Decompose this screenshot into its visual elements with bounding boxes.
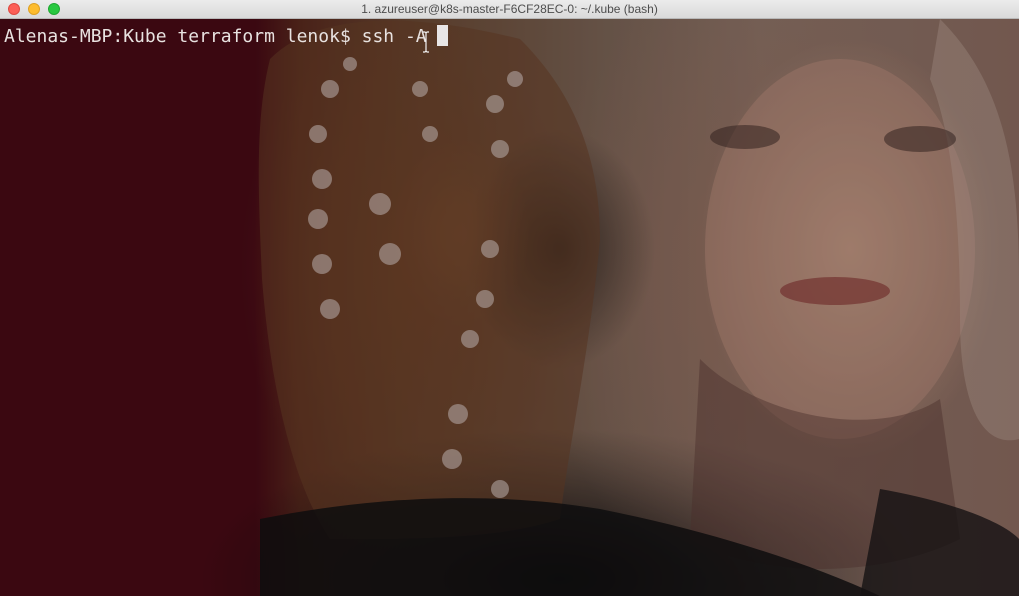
command-line[interactable]: Alenas-MBP:Kube terraform lenok$ ssh -A: [4, 25, 448, 48]
shell-prompt: Alenas-MBP:Kube terraform lenok$: [4, 26, 362, 47]
typed-command: ssh -A: [361, 26, 427, 47]
title-bar[interactable]: 1. azureuser@k8s-master-F6CF28EC-0: ~/.k…: [0, 0, 1019, 19]
window-title: 1. azureuser@k8s-master-F6CF28EC-0: ~/.k…: [361, 2, 658, 16]
background-image-dim: [0, 19, 1019, 596]
background-image: [0, 19, 1019, 596]
text-cursor: [436, 25, 448, 46]
terminal-pane[interactable]: Alenas-MBP:Kube terraform lenok$ ssh -A: [0, 19, 1019, 596]
text-ibeam-icon: [423, 31, 429, 53]
terminal-window: 1. azureuser@k8s-master-F6CF28EC-0: ~/.k…: [0, 0, 1019, 596]
